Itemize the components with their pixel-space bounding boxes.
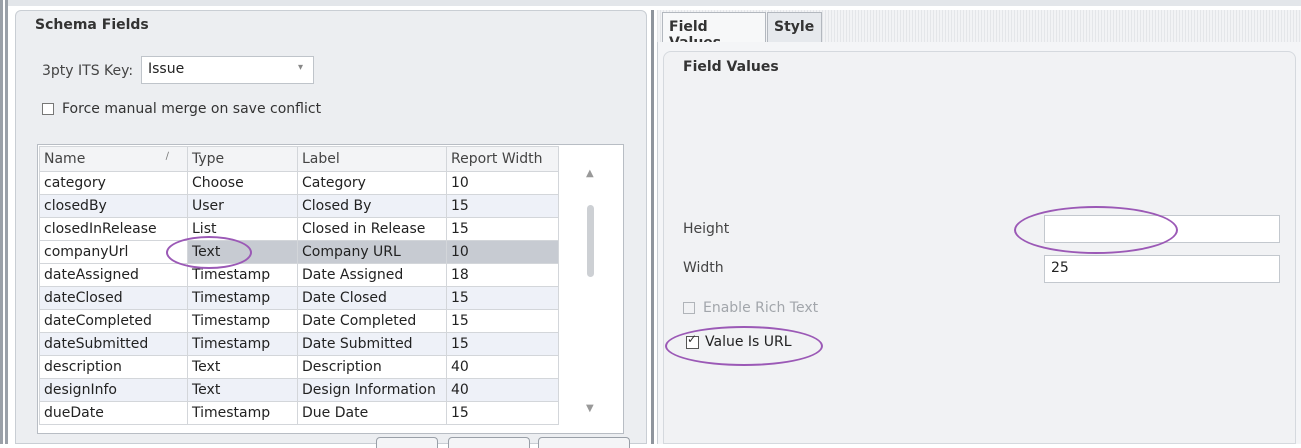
table-row[interactable]: closedInRelease List Closed in Release 1… <box>39 217 559 241</box>
cell-name: designInfo <box>39 378 188 402</box>
force-merge-checkbox[interactable]: Force manual merge on save conflict <box>42 101 321 117</box>
table-row[interactable]: description Text Description 40 <box>39 355 559 379</box>
sort-indicator-icon: ∕ <box>165 151 169 162</box>
scroll-up-icon[interactable]: ▲ <box>586 168 594 179</box>
height-label: Height <box>683 221 730 237</box>
cell-name: dateCompleted <box>39 309 188 333</box>
cell-width: 10 <box>446 171 559 195</box>
height-input[interactable] <box>1044 215 1280 243</box>
cell-width: 18 <box>446 263 559 287</box>
table-row[interactable]: dateCompleted Timestamp Date Completed 1… <box>39 309 559 333</box>
dialog-button-partial[interactable] <box>538 437 630 448</box>
its-key-select[interactable]: Issue ▾ <box>141 56 314 84</box>
width-input[interactable]: 25 <box>1044 255 1280 283</box>
table-header-row: Name ∕ Type Label Report Width <box>39 146 559 172</box>
cell-type: Text <box>187 378 298 402</box>
column-header-type[interactable]: Type <box>187 146 298 172</box>
cell-name: dateClosed <box>39 286 188 310</box>
scroll-down-icon[interactable]: ▼ <box>586 403 594 414</box>
cell-label: Category <box>297 171 447 195</box>
cell-width: 40 <box>446 378 559 402</box>
cell-width: 40 <box>446 355 559 379</box>
force-merge-label: Force manual merge on save conflict <box>62 101 322 117</box>
value-is-url-label: Value Is URL <box>705 334 792 350</box>
table-row[interactable]: dateClosed Timestamp Date Closed 15 <box>39 286 559 310</box>
tab-strip: Field Values Style <box>657 10 1301 51</box>
column-header-label[interactable]: Label <box>297 146 447 172</box>
cell-width: 15 <box>446 309 559 333</box>
cell-width: 15 <box>446 401 559 425</box>
tab-field-values[interactable]: Field Values <box>662 12 766 51</box>
checkbox-icon <box>683 302 695 314</box>
cell-type: Timestamp <box>187 286 298 310</box>
scrollbar-thumb[interactable] <box>587 205 594 277</box>
cell-name: description <box>39 355 188 379</box>
cell-type: Text <box>187 355 298 379</box>
cell-name: category <box>39 171 188 195</box>
enable-rich-text-checkbox[interactable]: Enable Rich Text <box>683 300 818 316</box>
cell-name: dueDate <box>39 401 188 425</box>
enable-rich-text-label: Enable Rich Text <box>703 300 819 316</box>
cell-label: Date Submitted <box>297 332 447 356</box>
column-header-report-width[interactable]: Report Width <box>446 146 559 172</box>
cell-width: 15 <box>446 217 559 241</box>
cell-type: List <box>187 217 298 241</box>
panel-title: Schema Fields <box>35 17 149 33</box>
cell-label: Date Assigned <box>297 263 447 287</box>
tab-style[interactable]: Style <box>767 12 822 42</box>
dialog-button-partial[interactable] <box>376 437 438 448</box>
value-is-url-checkbox[interactable]: Value Is URL <box>686 332 792 350</box>
cell-name[interactable]: companyUrl <box>39 240 188 264</box>
cell-name: closedInRelease <box>39 217 188 241</box>
cell-type: Choose <box>187 171 298 195</box>
field-values-group: Field Values Height Width 25 Enable Rich… <box>663 51 1296 444</box>
cell-type: Text <box>187 240 298 264</box>
its-key-label: 3pty ITS Key: <box>42 63 134 79</box>
window-top-edge <box>0 0 1301 6</box>
table-row[interactable]: designInfo Text Design Information 40 <box>39 378 559 402</box>
its-key-value: Issue <box>148 61 185 77</box>
cell-label: Design Information <box>297 378 447 402</box>
cell-label: Date Completed <box>297 309 447 333</box>
cell-name: dateAssigned <box>39 263 188 287</box>
column-header-name[interactable]: Name ∕ <box>39 146 188 172</box>
schema-fields-table: Name ∕ Type Label Report Width category C… <box>37 144 624 434</box>
cell-label: Closed in Release <box>297 217 447 241</box>
table-row-selected[interactable]: companyUrl Text Company URL 10 <box>39 240 559 264</box>
cell-name: dateSubmitted <box>39 332 188 356</box>
cell-type: Timestamp <box>187 309 298 333</box>
chevron-down-icon: ▾ <box>297 62 303 73</box>
cell-label: Description <box>297 355 447 379</box>
width-label: Width <box>683 260 724 276</box>
table-row[interactable]: closedBy User Closed By 15 <box>39 194 559 218</box>
cell-label: Due Date <box>297 401 447 425</box>
cell-width: 10 <box>446 240 559 264</box>
cell-type: Timestamp <box>187 263 298 287</box>
cell-name: closedBy <box>39 194 188 218</box>
cell-label: Company URL <box>297 240 447 264</box>
checkbox-checked-icon <box>686 332 699 349</box>
cell-label: Date Closed <box>297 286 447 310</box>
table-row[interactable]: dateSubmitted Timestamp Date Submitted 1… <box>39 332 559 356</box>
cell-width: 15 <box>446 286 559 310</box>
dialog-button-partial[interactable] <box>448 437 530 448</box>
cell-width: 15 <box>446 194 559 218</box>
table-row[interactable]: dueDate Timestamp Due Date 15 <box>39 401 559 425</box>
group-title: Field Values <box>683 59 779 75</box>
panel-splitter[interactable] <box>651 10 654 444</box>
window-left-edge <box>0 0 8 444</box>
checkbox-icon <box>42 103 54 115</box>
cell-type: User <box>187 194 298 218</box>
cell-type: Timestamp <box>187 401 298 425</box>
schema-fields-panel: Schema Fields 3pty ITS Key: Issue ▾ Forc… <box>15 10 647 444</box>
field-values-panel: Field Values Height Width 25 Enable Rich… <box>657 42 1301 444</box>
table-row[interactable]: dateAssigned Timestamp Date Assigned 18 <box>39 263 559 287</box>
table-row[interactable]: category Choose Category 10 <box>39 171 559 195</box>
cell-type: Timestamp <box>187 332 298 356</box>
cell-label: Closed By <box>297 194 447 218</box>
cell-width: 15 <box>446 332 559 356</box>
